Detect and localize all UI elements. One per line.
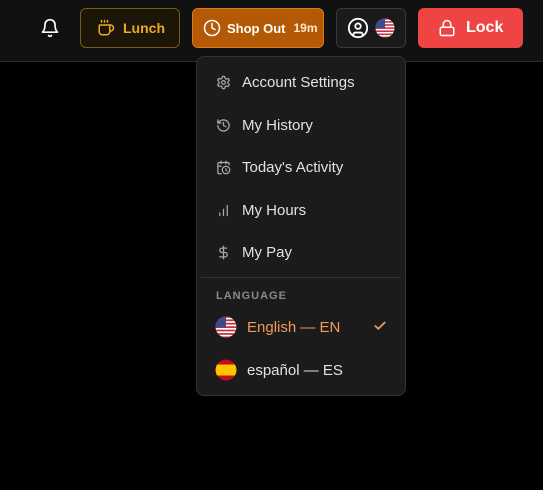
dollar-icon — [215, 244, 231, 260]
menu-item-label: Account Settings — [242, 73, 355, 91]
clock-icon — [203, 19, 221, 37]
menu-item-label: My Pay — [242, 243, 293, 261]
shop-out-button[interactable]: Shop Out 19m — [192, 8, 324, 48]
language-section-header: LANGUAGE — [216, 290, 287, 302]
menu-item-label: My History — [242, 116, 313, 134]
language-label: español — ES — [247, 361, 343, 379]
calendar-clock-icon — [215, 159, 231, 175]
menu-item-account-settings[interactable]: Account Settings — [197, 62, 405, 102]
language-option-spanish[interactable]: español — ES — [197, 350, 405, 390]
checkmark-icon — [373, 319, 387, 337]
menu-item-label: Today's Activity — [242, 158, 344, 176]
shop-out-label: Shop Out — [227, 20, 286, 36]
menu-item-my-pay[interactable]: My Pay — [197, 232, 405, 272]
spain-flag-icon — [215, 359, 237, 381]
menu-item-label: My Hours — [242, 201, 307, 219]
menu-item-todays-activity[interactable]: Today's Activity — [197, 147, 405, 187]
lock-button[interactable]: Lock — [418, 8, 523, 48]
menu-item-my-history[interactable]: My History — [197, 105, 405, 145]
lunch-label: Lunch — [123, 20, 165, 36]
us-flag-icon — [215, 316, 237, 338]
top-bar: Lunch Shop Out 19m Lock — [0, 0, 543, 62]
account-dropdown-menu: Account Settings My History Today's Acti… — [196, 56, 406, 396]
history-icon — [215, 117, 231, 133]
lunch-button[interactable]: Lunch — [80, 8, 180, 48]
gear-icon — [215, 74, 231, 90]
language-label: English — EN — [247, 318, 341, 336]
lock-icon — [438, 19, 456, 37]
menu-divider — [201, 277, 401, 278]
lock-label: Lock — [466, 19, 504, 36]
account-menu-button[interactable] — [336, 8, 406, 48]
user-circle-icon — [347, 17, 369, 39]
us-flag-icon — [375, 18, 395, 38]
shop-out-duration: 19m — [293, 21, 318, 35]
bar-chart-icon — [215, 202, 231, 218]
bell-icon[interactable] — [38, 16, 62, 40]
coffee-icon — [97, 19, 115, 37]
menu-item-my-hours[interactable]: My Hours — [197, 190, 405, 230]
language-option-english[interactable]: English — EN — [197, 307, 405, 347]
